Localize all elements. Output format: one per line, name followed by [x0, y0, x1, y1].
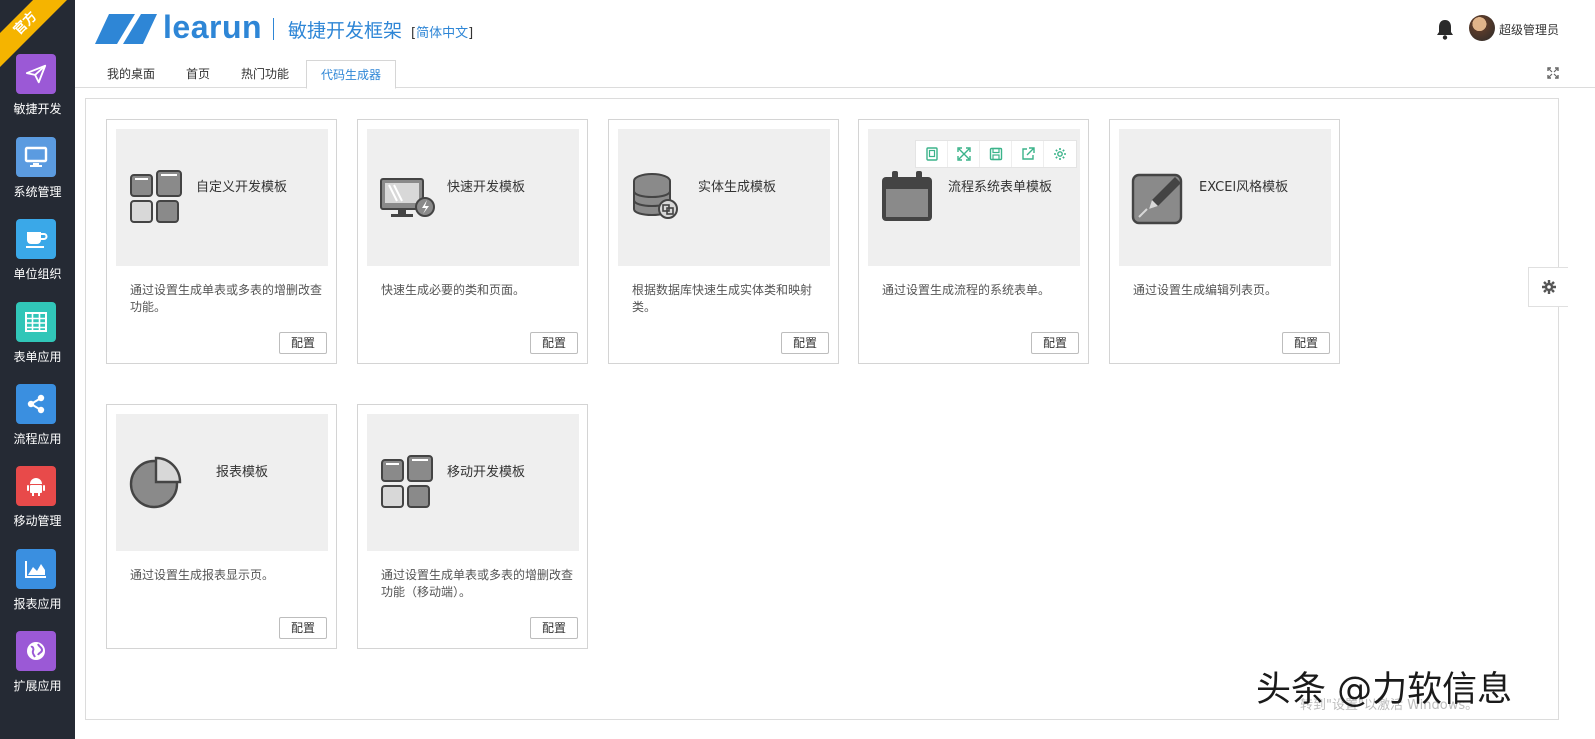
- sidebar-item-label: 移动管理: [13, 514, 62, 528]
- card-hover-toolbar: [915, 140, 1077, 168]
- database-icon: [633, 173, 678, 219]
- top-header: learun 敏捷开发框架 [简体中文] 超级管理员: [75, 0, 1595, 58]
- tab-code-generator[interactable]: 代码生成器: [306, 60, 397, 89]
- sidebar-item-label: 表单应用: [13, 350, 62, 364]
- gear-icon: [1541, 280, 1556, 294]
- calendar-icon: [882, 171, 932, 221]
- sidebar-item-label: 系统管理: [13, 185, 62, 199]
- sidebar-item-reports[interactable]: 报表应用: [0, 549, 75, 631]
- sidebar-item-agile-dev[interactable]: 敏捷开发: [0, 54, 75, 136]
- coffee-icon: [16, 219, 56, 259]
- app-title: 敏捷开发框架: [288, 20, 403, 42]
- card-title: 移动开发模板: [447, 465, 526, 480]
- card-description: 通过设置生成报表显示页。: [130, 568, 275, 582]
- card-title: 报表模板: [216, 465, 269, 480]
- card-preview: EXCEl风格模板: [1119, 129, 1331, 266]
- card-preview: 流程系统表单模板: [868, 129, 1080, 266]
- sidebar-item-label: 流程应用: [13, 432, 62, 446]
- card-title: EXCEl风格模板: [1199, 180, 1289, 195]
- template-card-entity-gen[interactable]: 实体生成模板 根据数据库快速生成实体类和映射类。 配置: [608, 119, 839, 364]
- card-description: 根据数据库快速生成实体类和映射类。: [632, 283, 813, 314]
- edit-pencil-icon: [1131, 173, 1183, 225]
- pie-chart-icon: [129, 456, 182, 509]
- card-preview: 移动开发模板: [367, 414, 579, 551]
- tab-home[interactable]: 首页: [172, 60, 224, 89]
- card-description: 快速生成必要的类和页面。: [381, 283, 526, 297]
- card-title: 自定义开发模板: [196, 180, 288, 195]
- paper-plane-icon: [16, 54, 56, 94]
- logo-separator: [273, 18, 274, 40]
- sidebar-item-label: 报表应用: [13, 597, 62, 611]
- sidebar-item-label: 单位组织: [13, 267, 62, 281]
- lang-bracket-close: ]: [468, 26, 474, 41]
- fullscreen-icon[interactable]: [1547, 67, 1559, 79]
- tab-my-desktop[interactable]: 我的桌面: [93, 60, 169, 89]
- sidebar-item-mobile[interactable]: 移动管理: [0, 466, 75, 548]
- left-sidebar: 官方 敏捷开发 系统管理 单位组织 表单应用 流程应用 移动管理 报表应用 扩展…: [0, 0, 75, 739]
- sidebar-item-extensions[interactable]: 扩展应用: [0, 631, 75, 713]
- export-icon[interactable]: [1012, 141, 1044, 167]
- lang-label: 简体中文: [416, 26, 469, 41]
- sidebar-item-label: 扩展应用: [13, 679, 62, 693]
- configure-button[interactable]: 配置: [279, 332, 327, 354]
- card-title: 快速开发模板: [447, 180, 526, 195]
- template-card-quick-dev[interactable]: 快速开发模板 快速生成必要的类和页面。 配置: [357, 119, 588, 364]
- sidebar-item-label: 敏捷开发: [13, 102, 62, 116]
- template-card-custom-dev[interactable]: 自定义开发模板 通过设置生成单表或多表的增删改查功能。 配置: [106, 119, 337, 364]
- card-preview: 实体生成模板: [618, 129, 830, 266]
- share-nodes-icon: [16, 384, 56, 424]
- globe-icon: [16, 631, 56, 671]
- logo-text: learun: [163, 9, 263, 45]
- user-avatar[interactable]: [1469, 15, 1495, 41]
- tab-hot-features[interactable]: 热门功能: [227, 60, 303, 89]
- expand-icon[interactable]: [948, 141, 980, 167]
- grid-blocks-icon: [130, 170, 182, 223]
- sidebar-item-organization[interactable]: 单位组织: [0, 219, 75, 301]
- settings-icon[interactable]: [1044, 141, 1076, 167]
- monitor-lightning-icon: [380, 178, 435, 217]
- language-switcher[interactable]: [简体中文]: [411, 22, 473, 41]
- notification-bell-icon[interactable]: [1435, 18, 1455, 40]
- configure-button[interactable]: 配置: [1282, 332, 1330, 354]
- code-generator-panel: 自定义开发模板 通过设置生成单表或多表的增删改查功能。 配置 快速开发模板 快速…: [85, 98, 1559, 720]
- area-chart-icon: [16, 549, 56, 589]
- learun-logo-icon: [95, 14, 157, 44]
- template-card-mobile-dev[interactable]: 移动开发模板 通过设置生成单表或多表的增删改查功能（移动端）。 配置: [357, 404, 588, 649]
- template-card-workflow-form[interactable]: 流程系统表单模板 通过设置生成流程的系统表单。 配置: [858, 119, 1089, 364]
- card-description: 通过设置生成单表或多表的增删改查功能（移动端）。: [381, 568, 574, 599]
- configure-button[interactable]: 配置: [530, 332, 578, 354]
- card-preview: 报表模板: [116, 414, 328, 551]
- save-icon[interactable]: [980, 141, 1012, 167]
- card-preview: 快速开发模板: [367, 129, 579, 266]
- sidebar-item-forms[interactable]: 表单应用: [0, 302, 75, 384]
- card-title: 实体生成模板: [698, 180, 777, 195]
- template-card-excel-style[interactable]: EXCEl风格模板 通过设置生成编辑列表页。 配置: [1109, 119, 1340, 364]
- card-preview: 自定义开发模板: [116, 129, 328, 266]
- configure-button[interactable]: 配置: [279, 617, 327, 639]
- user-name[interactable]: 超级管理员: [1499, 21, 1559, 38]
- sidebar-item-workflow[interactable]: 流程应用: [0, 384, 75, 466]
- card-description: 通过设置生成单表或多表的增删改查功能。: [130, 283, 323, 314]
- template-card-report[interactable]: 报表模板 通过设置生成报表显示页。 配置: [106, 404, 337, 649]
- copy-icon[interactable]: [916, 141, 948, 167]
- configure-button[interactable]: 配置: [1031, 332, 1079, 354]
- card-description: 通过设置生成编辑列表页。: [1133, 283, 1278, 297]
- sidebar-item-system[interactable]: 系统管理: [0, 137, 75, 219]
- android-icon: [16, 466, 56, 506]
- toutiao-watermark: 头条 @力软信息: [1256, 670, 1513, 710]
- grid-blocks-icon: [381, 455, 433, 508]
- configure-button[interactable]: 配置: [530, 617, 578, 639]
- card-title: 流程系统表单模板: [948, 180, 1053, 195]
- card-description: 通过设置生成流程的系统表单。: [882, 283, 1051, 297]
- monitor-icon: [16, 137, 56, 177]
- configure-button[interactable]: 配置: [781, 332, 829, 354]
- table-grid-icon: [16, 302, 56, 342]
- skin-settings-button[interactable]: [1528, 267, 1568, 307]
- tab-bar: 我的桌面 首页 热门功能 代码生成器: [75, 58, 1595, 89]
